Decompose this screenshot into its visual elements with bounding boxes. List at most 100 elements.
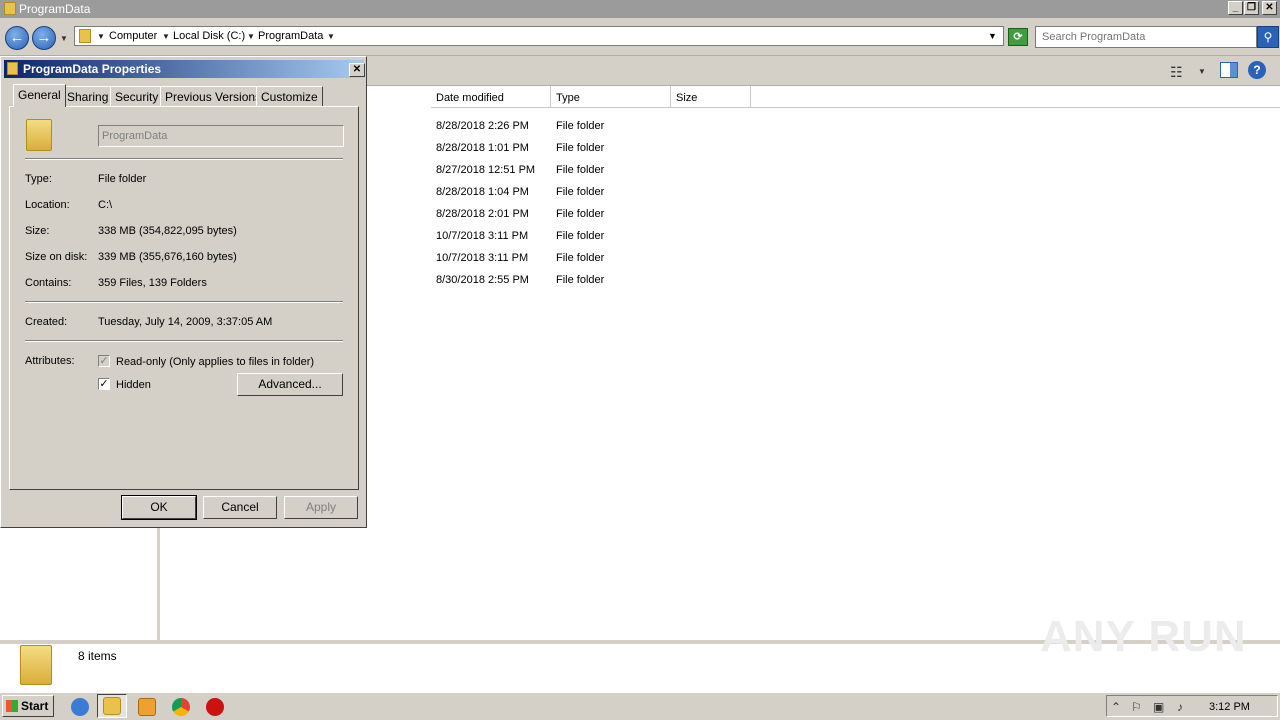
chevron-up-icon[interactable]: ⌃ [1111,700,1121,714]
type-label: Type: [25,173,52,185]
advanced-button[interactable]: Advanced... [237,373,343,396]
clock[interactable]: 3:12 PM [1209,701,1250,713]
explorer-icon [103,697,121,715]
tab-general[interactable]: General [13,84,66,107]
folder-icon [79,29,91,43]
separator [25,301,343,303]
column-header-filler [751,86,1280,108]
file-type: File folder [556,208,605,220]
file-date: 10/7/2018 3:11 PM [436,230,529,242]
window-title-bar: ProgramData _ ❐ ✕ [0,0,1280,18]
maximize-button[interactable]: ❐ [1244,1,1259,15]
help-icon[interactable]: ? [1248,61,1266,79]
close-button[interactable]: ✕ [1262,1,1277,15]
folder-icon [26,119,52,151]
file-date: 8/28/2018 1:01 PM [436,142,529,154]
window-title: ProgramData [19,2,91,16]
navigation-pane-splitter[interactable] [157,528,160,640]
dialog-title-bar[interactable]: ProgramData Properties ✕ [4,60,365,78]
size-on-disk-value: 339 MB (355,676,160 bytes) [98,251,237,263]
apply-button[interactable]: Apply [284,496,358,519]
size-on-disk-label: Size on disk: [25,251,88,263]
folder-icon [7,62,18,75]
chevron-down-icon[interactable]: ▼ [97,32,105,41]
folder-icon [20,645,52,685]
watermark-logo: ANY RUN [1040,612,1247,661]
file-row[interactable]: 8/28/2018 2:01 PM File folder [366,203,1280,225]
file-type: File folder [556,186,605,198]
network-icon[interactable]: ▣ [1153,700,1164,714]
column-date-modified[interactable]: Date modified [431,86,551,108]
flag-icon[interactable]: ⚐ [1131,700,1142,714]
windows-logo-icon [6,700,18,712]
forward-button[interactable]: → [32,26,56,50]
readonly-label: Read-only (Only applies to files in fold… [116,356,315,368]
search-input[interactable] [1035,26,1257,48]
file-row[interactable]: 8/30/2018 2:55 PM File folder [366,269,1280,291]
size-label: Size: [25,225,50,237]
tab-security[interactable]: Security [110,86,164,106]
tab-customize[interactable]: Customize [256,86,323,106]
chevron-down-icon[interactable]: ▼ [162,32,170,41]
contains-value: 359 Files, 139 Folders [98,277,207,289]
system-tray: ⌃ ⚐ ▣ ♪ [1106,695,1278,717]
start-label: Start [21,699,49,713]
minimize-button[interactable]: _ [1228,1,1243,15]
file-row[interactable]: 8/28/2018 1:01 PM File folder [366,137,1280,159]
internet-explorer-icon[interactable] [71,698,89,716]
hidden-label: Hidden [116,379,151,391]
file-date: 10/7/2018 3:11 PM [436,252,529,264]
attributes-label: Attributes: [25,355,75,367]
file-type: File folder [556,230,605,242]
address-bar[interactable]: ▼ Computer ▼ Local Disk (C:) ▼ ProgramDa… [74,26,1004,46]
hidden-checkbox[interactable]: ✓ [98,378,110,390]
history-dropdown-icon[interactable]: ▼ [60,34,68,43]
file-row[interactable]: 8/28/2018 1:04 PM File folder [366,181,1280,203]
breadcrumb-programdata[interactable]: ProgramData [258,30,323,42]
opera-icon[interactable] [206,698,224,716]
column-size[interactable]: Size [671,86,751,108]
refresh-button[interactable]: ⟳ [1008,28,1028,46]
tab-sharing[interactable]: Sharing [62,86,114,106]
folder-name-field[interactable] [98,125,344,147]
file-date: 8/28/2018 1:04 PM [436,186,529,198]
separator [25,340,343,342]
media-player-icon[interactable] [138,698,156,716]
taskbar [0,692,1280,720]
start-button[interactable]: Start [2,695,54,717]
preview-pane-icon[interactable] [1220,62,1238,78]
item-count: 8 items [78,649,117,663]
views-icon[interactable]: ☷ [1170,64,1183,81]
chrome-icon[interactable] [172,698,190,716]
volume-icon[interactable]: ♪ [1177,700,1183,714]
breadcrumb-computer[interactable]: Computer [109,30,157,42]
chevron-down-icon[interactable]: ▼ [247,32,255,41]
file-type: File folder [556,164,605,176]
file-row[interactable]: 10/7/2018 3:11 PM File folder [366,247,1280,269]
address-dropdown-icon[interactable]: ▼ [988,31,997,41]
ok-button[interactable]: OK [121,495,197,520]
size-value: 338 MB (354,822,095 bytes) [98,225,237,237]
cancel-button[interactable]: Cancel [203,496,277,519]
file-type: File folder [556,142,605,154]
file-row[interactable]: 8/27/2018 12:51 PM File folder [366,159,1280,181]
separator [25,158,343,160]
chevron-down-icon[interactable]: ▼ [1198,67,1206,76]
file-date: 8/27/2018 12:51 PM [436,164,536,176]
chevron-down-icon[interactable]: ▼ [327,32,335,41]
file-row[interactable]: 8/28/2018 2:26 PM File folder [366,115,1280,137]
tab-previous-versions[interactable]: Previous Versions [160,86,267,106]
general-tab-panel [9,106,359,490]
properties-dialog: ProgramData Properties ✕ General Sharing… [0,56,367,528]
search-icon[interactable]: ⚲ [1257,26,1279,48]
contains-label: Contains: [25,277,72,289]
created-label: Created: [25,316,68,328]
column-type[interactable]: Type [551,86,671,108]
file-date: 8/30/2018 2:55 PM [436,274,529,286]
file-row[interactable]: 10/7/2018 3:11 PM File folder [366,225,1280,247]
back-button[interactable]: ← [5,26,29,50]
readonly-checkbox[interactable]: ✓ [98,355,110,367]
command-bar [366,56,1280,86]
breadcrumb-local-disk[interactable]: Local Disk (C:) [173,30,245,42]
close-icon[interactable]: ✕ [349,63,365,77]
